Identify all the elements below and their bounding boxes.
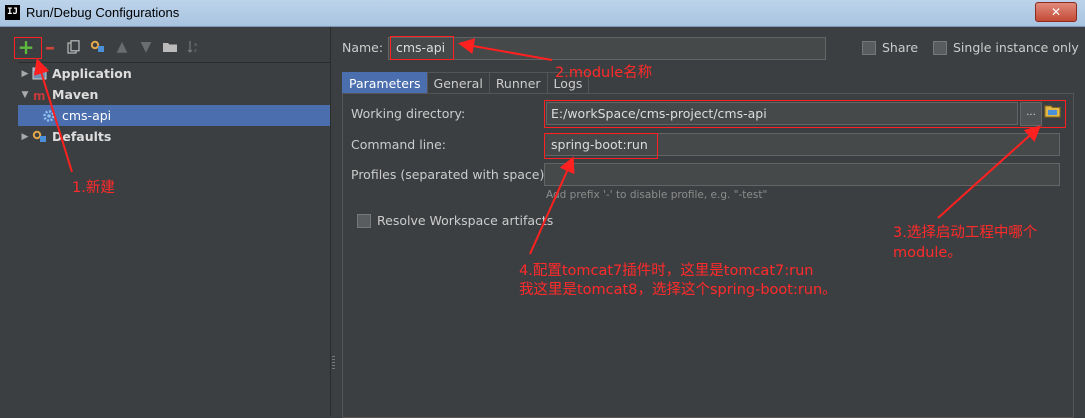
tree-label: cms-api xyxy=(62,108,112,123)
tab-runner[interactable]: Runner xyxy=(488,72,548,94)
resolve-workspace-checkbox[interactable] xyxy=(357,214,371,228)
expand-arrow-icon[interactable]: ▶ xyxy=(18,69,32,79)
svg-text:z: z xyxy=(194,48,197,54)
annotation-select-module-1: 3.选择启动工程中哪个 xyxy=(893,225,1038,241)
maven-icon: m xyxy=(32,88,48,103)
tree-node-maven[interactable]: ▼ m Maven xyxy=(18,84,330,105)
profiles-label: Profiles (separated with space): xyxy=(351,167,549,182)
arrow-down-icon[interactable]: ▼ xyxy=(134,36,158,58)
share-checkbox[interactable] xyxy=(862,41,876,55)
single-instance-label: Single instance only xyxy=(953,40,1079,55)
wrench-icon xyxy=(32,130,48,144)
config-toolbar: + – ▲ ▼ az xyxy=(14,35,206,59)
sort-icon[interactable]: az xyxy=(182,36,206,58)
resolve-workspace-label: Resolve Workspace artifacts xyxy=(377,213,554,228)
annotation-box-new xyxy=(14,37,42,59)
configuration-tree: ▶ Application ▼ m Maven cms-api ▶ Defaul… xyxy=(18,62,330,147)
folder-icon[interactable] xyxy=(158,36,182,58)
wrench-icon[interactable] xyxy=(86,36,110,58)
expand-arrow-icon[interactable]: ▶ xyxy=(18,132,32,142)
annotation-box-command xyxy=(544,133,658,159)
tree-node-cms-api[interactable]: cms-api xyxy=(18,105,330,126)
annotation-module-name: 2.module名称 xyxy=(555,65,653,81)
collapse-arrow-icon[interactable]: ▼ xyxy=(18,90,32,100)
splitter-grip[interactable] xyxy=(332,356,335,370)
single-instance-checkbox[interactable] xyxy=(933,41,947,55)
name-label: Name: xyxy=(342,40,384,55)
title-bar: IJ Run/Debug Configurations ✕ xyxy=(0,0,1085,27)
tree-node-application[interactable]: ▶ Application xyxy=(18,63,330,84)
annotation-command-1: 4.配置tomcat7插件时，这里是tomcat7:run xyxy=(519,263,814,279)
annotation-box-name xyxy=(390,36,454,60)
tree-label: Application xyxy=(52,66,132,81)
command-line-label: Command line: xyxy=(351,137,446,152)
annotation-new: 1.新建 xyxy=(72,180,115,196)
svg-text:m: m xyxy=(33,89,46,102)
profiles-field[interactable] xyxy=(544,163,1060,186)
gear-icon xyxy=(42,109,58,123)
tree-label: Defaults xyxy=(52,129,112,144)
copy-icon[interactable] xyxy=(62,36,86,58)
tab-general[interactable]: General xyxy=(426,72,490,94)
annotation-command-2: 我这里是tomcat8，选择这个spring-boot:run。 xyxy=(519,282,837,298)
profiles-hint: Add prefix '-' to disable profile, e.g. … xyxy=(546,189,768,201)
window-title: Run/Debug Configurations xyxy=(26,5,180,20)
intellij-app-icon: IJ xyxy=(5,5,20,20)
share-label: Share xyxy=(882,40,919,55)
tree-node-defaults[interactable]: ▶ Defaults xyxy=(18,126,330,147)
close-button[interactable]: ✕ xyxy=(1035,2,1077,22)
working-directory-label: Working directory: xyxy=(351,106,466,121)
annotation-box-working-dir xyxy=(544,100,1066,128)
annotation-select-module-2: module。 xyxy=(893,245,962,261)
config-tabs: Parameters General Runner Logs xyxy=(342,72,590,94)
arrow-up-icon[interactable]: ▲ xyxy=(110,36,134,58)
application-icon xyxy=(32,67,48,81)
tab-parameters[interactable]: Parameters xyxy=(342,72,428,94)
tree-label: Maven xyxy=(52,87,99,102)
